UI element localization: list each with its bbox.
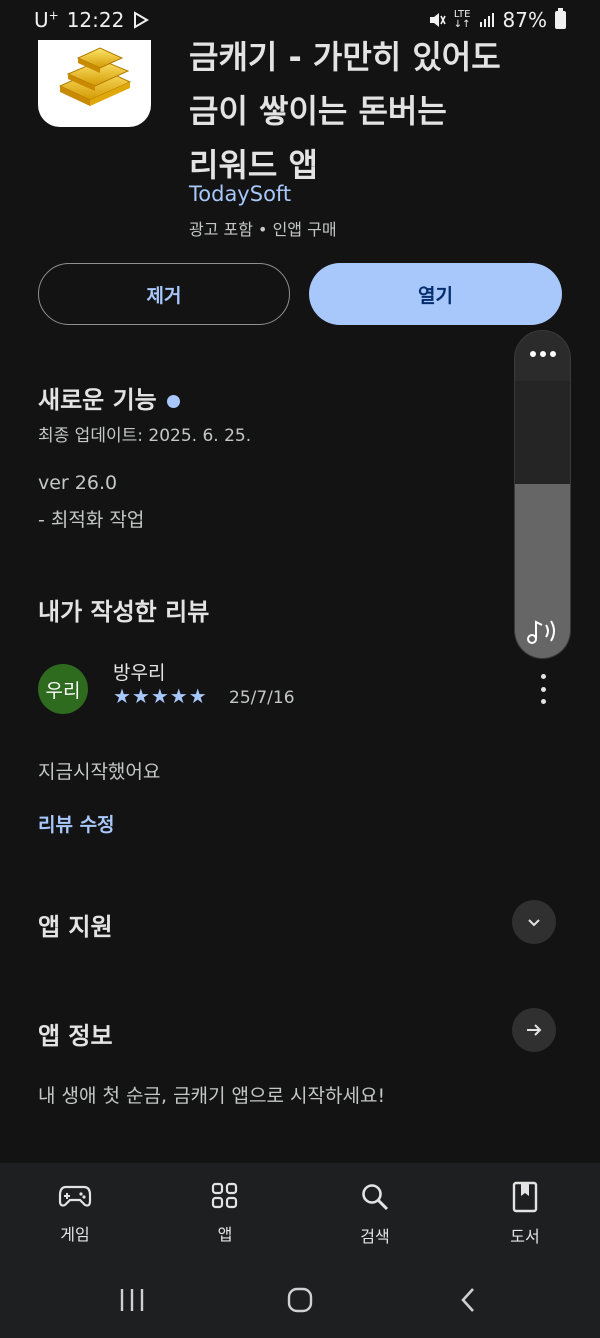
nav-label: 앱 <box>217 1225 233 1244</box>
nav-label: 게임 <box>60 1225 90 1244</box>
gold-bars-icon <box>58 46 131 106</box>
app-title: 금캐기 - 가만히 있어도 금이 쌓이는 돈버는 리워드 앱 <box>189 30 569 192</box>
battery-icon <box>555 8 566 29</box>
media-volume-icon <box>527 620 555 644</box>
system-navigation-bar <box>0 1263 600 1338</box>
expand-support-button[interactable] <box>512 900 556 944</box>
version-text: ver 26.0 <box>38 472 118 494</box>
nav-item-books[interactable]: 도서 <box>450 1163 600 1263</box>
carrier-label: U+ <box>34 8 59 32</box>
network-indicator: LTE ↓↑ <box>453 9 471 30</box>
open-button[interactable]: 열기 <box>309 263 562 325</box>
chevron-down-icon <box>528 919 540 927</box>
battery-percent: 87% <box>502 8 547 32</box>
bottom-navigation: 게임 앱 검색 도서 <box>0 1163 600 1263</box>
app-meta: 광고 포함 • 인앱 구매 <box>189 220 337 239</box>
reviewer-name: 방우리 <box>113 662 166 684</box>
avatar: 우리 <box>38 664 88 714</box>
recent-apps-icon[interactable] <box>118 1287 146 1313</box>
review-text: 지금시작했어요 <box>38 761 161 783</box>
release-note: - 최적화 작업 <box>38 509 145 531</box>
app-title-line: 금이 쌓이는 돈버는 <box>189 92 447 130</box>
app-description: 내 생애 첫 순금, 금캐기 앱으로 시작하세요! <box>38 1085 386 1107</box>
arrow-right-icon <box>527 1024 542 1036</box>
whats-new-heading[interactable]: 새로운 기능 <box>38 380 180 415</box>
nav-item-apps[interactable]: 앱 <box>150 1163 300 1263</box>
volume-panel[interactable] <box>515 331 570 658</box>
mute-icon <box>429 13 446 27</box>
home-icon[interactable] <box>286 1287 314 1313</box>
signal-icon <box>479 13 494 27</box>
new-dot-indicator <box>166 394 180 408</box>
app-support-heading[interactable]: 앱 지원 <box>38 907 113 942</box>
app-info-arrow-button[interactable] <box>512 1008 556 1052</box>
uninstall-button[interactable]: 제거 <box>38 263 290 325</box>
app-info-heading[interactable]: 앱 정보 <box>38 1016 113 1051</box>
nav-label: 도서 <box>510 1227 540 1246</box>
nav-item-games[interactable]: 게임 <box>0 1163 150 1263</box>
developer-link[interactable]: TodaySoft <box>189 182 291 206</box>
nav-item-search[interactable]: 검색 <box>300 1163 450 1263</box>
clock: 12:22 <box>66 8 125 32</box>
nav-label: 검색 <box>360 1227 390 1246</box>
search-icon <box>362 1184 389 1211</box>
last-updated: 최종 업데이트: 2025. 6. 25. <box>38 426 252 446</box>
review-date: 25/7/16 <box>229 688 295 708</box>
star-rating: ★★★★★ <box>113 684 208 708</box>
back-icon[interactable] <box>458 1287 480 1313</box>
apps-grid-icon <box>211 1182 238 1209</box>
edit-review-link[interactable]: 리뷰 수정 <box>38 810 115 837</box>
status-bar: U+ 12:22 LTE ↓↑ 87% <box>0 0 600 40</box>
play-store-icon <box>134 11 150 29</box>
my-review-heading: 내가 작성한 리뷰 <box>38 598 210 626</box>
book-icon <box>512 1181 538 1213</box>
volume-more-icon[interactable] <box>515 351 570 357</box>
gamepad-icon <box>58 1185 92 1207</box>
more-options-icon[interactable] <box>532 674 554 704</box>
